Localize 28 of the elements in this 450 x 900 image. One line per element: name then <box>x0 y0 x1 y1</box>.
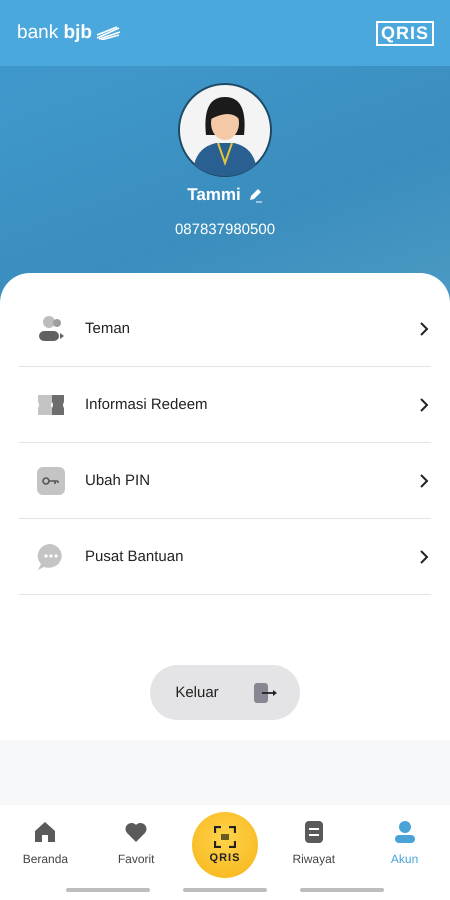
home-icon <box>33 820 58 844</box>
menu-label: Informasi Redeem <box>85 396 209 413</box>
key-icon <box>36 466 66 496</box>
user-name: Tammi <box>187 185 241 205</box>
menu-item[interactable]: Informasi Redeem <box>19 367 431 443</box>
nav-tab[interactable]: Beranda <box>10 820 80 866</box>
menu-item[interactable]: Pusat Bantuan <box>19 519 431 595</box>
menu-label: Ubah PIN <box>85 472 152 489</box>
wing-icon <box>94 26 121 40</box>
menu-label: Teman <box>85 320 132 337</box>
menu-label: Pusat Bantuan <box>85 548 184 565</box>
exit-icon <box>252 682 279 704</box>
bank-logo: bank bjb <box>17 22 92 44</box>
people-icon <box>36 314 66 344</box>
nav-tab[interactable]: Riwayat <box>278 820 349 866</box>
logout-button[interactable]: Keluar <box>150 665 300 720</box>
nav-tab[interactable]: Favorit <box>101 820 172 866</box>
menu-item[interactable]: Teman <box>19 291 431 367</box>
chevron-right-icon <box>419 472 429 488</box>
phone-number: 087837980500 <box>174 221 276 238</box>
scan-icon <box>214 826 236 848</box>
nav-tab[interactable]: QRIS <box>192 812 258 878</box>
chevron-right-icon <box>419 396 429 412</box>
menu-item[interactable]: Ubah PIN <box>19 443 431 519</box>
chevron-right-icon <box>419 320 429 336</box>
person-icon <box>392 820 417 844</box>
avatar-icon <box>178 83 272 177</box>
chevron-right-icon <box>419 548 429 564</box>
